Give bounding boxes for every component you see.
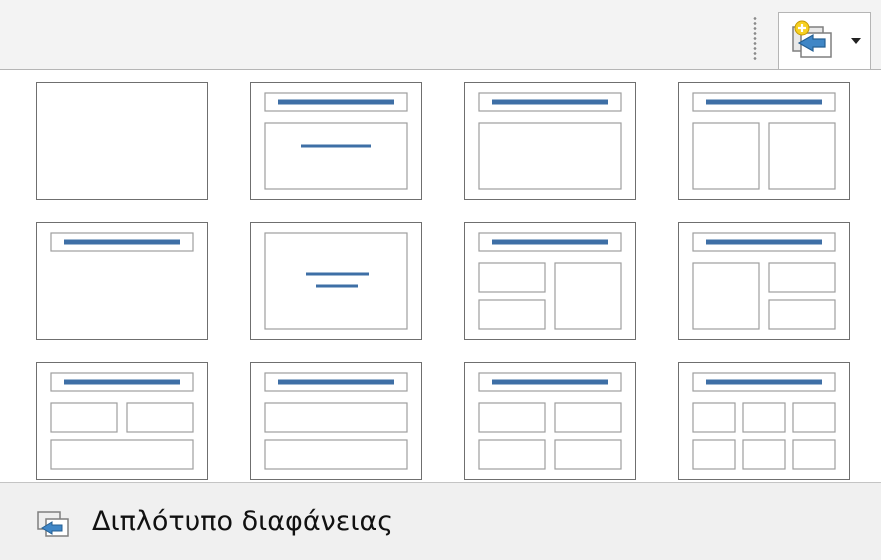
dropdown-arrow-icon[interactable] [851, 38, 861, 44]
duplicate-slide-label: Διπλότυπο διαφάνειας [92, 506, 394, 537]
layout-title-left-two-stacked-right-one[interactable] [464, 222, 636, 340]
layout-blank[interactable] [36, 82, 208, 200]
layout-title-six-boxes[interactable] [678, 362, 850, 480]
slide-layout-icon [791, 19, 835, 63]
slide-layout-button[interactable] [778, 12, 871, 70]
layout-title-two-top-one-bottom[interactable] [36, 362, 208, 480]
layout-title-two-columns[interactable] [678, 82, 850, 200]
layout-title-left-one-right-two-stacked[interactable] [678, 222, 850, 340]
layout-grid [36, 82, 850, 480]
layout-title-content[interactable] [250, 82, 422, 200]
layout-title-four-boxes[interactable] [464, 362, 636, 480]
layout-title-two-rows[interactable] [250, 362, 422, 480]
layout-title-only[interactable] [36, 222, 208, 340]
layout-title-single-box[interactable] [464, 82, 636, 200]
layouts-panel: Διπλότυπο διαφάνειας [0, 69, 881, 560]
layout-toolbar [0, 0, 881, 70]
layout-centered-text[interactable] [250, 222, 422, 340]
toolbar-grip-icon[interactable] [752, 16, 758, 60]
duplicate-slide-menu-item[interactable]: Διπλότυπο διαφάνειας [0, 483, 881, 560]
duplicate-slide-icon [36, 510, 72, 544]
